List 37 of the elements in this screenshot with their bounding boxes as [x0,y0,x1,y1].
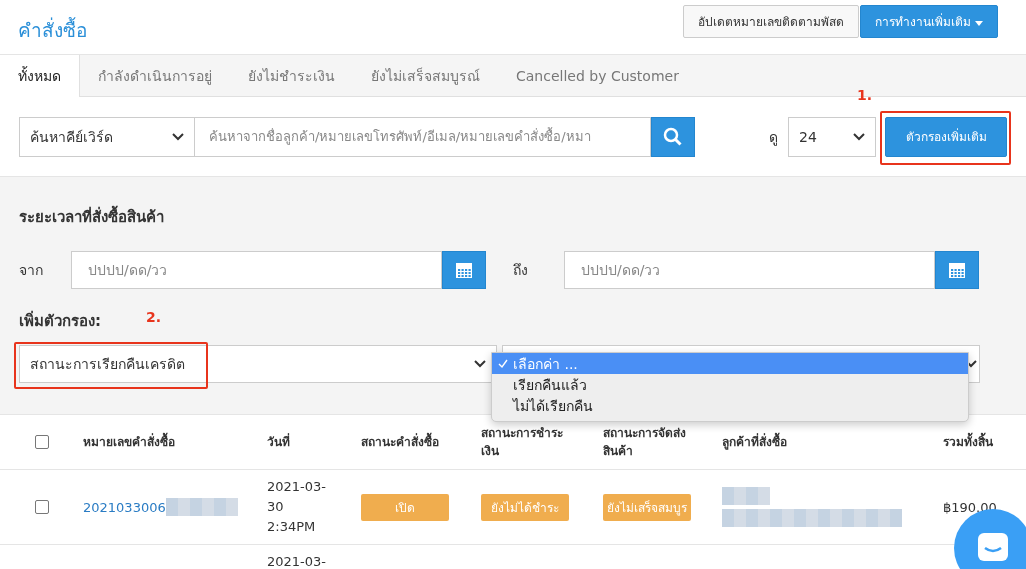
section-title: ระยะเวลาที่สั่งซื้อสินค้า [19,205,164,229]
add-filter-label: เพิ่มตัวกรอง: [19,309,101,332]
column-header: สถานะคำสั่งซื้อ [344,415,464,469]
column-header: สถานะการจัดส่งสินค้า [602,425,687,460]
tab[interactable]: กำลังดำเนินการอยู่ [80,55,230,96]
step-label: 2. [146,309,162,325]
view-label: ดู [769,127,778,148]
update-tracking-button[interactable]: อัปเดตหมายเลขติดตามพัสด [683,5,859,38]
status-badge: ยังไม่เสร็จสมบูร [603,493,691,521]
column-header: ลูกค้าที่สั่งซื้อ [705,415,926,469]
to-date-field[interactable]: ปปปป/ดด/วว [564,251,935,289]
filter-select[interactable]: สถานะการเรียกคืนเครดิต [19,345,497,383]
order-link[interactable]: 2021033006 [83,499,166,515]
status-badge: เปิด [361,493,449,521]
dropdown-option[interactable]: เลือกค่า ... [492,353,968,374]
column-header: วันที่ [266,432,291,451]
date-text: 2021-03- [267,553,326,569]
to-label: ถึง [512,261,529,280]
from-label: จาก [19,261,44,280]
search-field-select[interactable]: ค้นหาคีย์เวิร์ด [19,116,195,157]
dropdown-option[interactable]: ไม่ได้เรียกคืน [492,395,968,416]
more-actions-button[interactable]: การทำงานเพิ่มเติม [860,5,998,38]
step-label: 1. [857,86,873,103]
tab[interactable]: ยังไม่เสร็จสมบูรณ์ [353,55,498,96]
status-badge: ยังไม่ได้ชำระ [481,493,569,521]
more-filters-button[interactable]: ตัวกรองเพิ่มเติม [885,116,1007,157]
tab[interactable]: ยังไม่ชำระเงิน [230,55,353,96]
column-header: สถานะการชำระเงิน [480,425,564,460]
search-field[interactable]: ค้นหาจากชื่อลูกค้า/หมายเลขโทรศัพท์/อีเมล/หมายเลขคำสั่งซื้อ/หมา [195,116,651,157]
page-title: คำสั่งซื้อ [18,16,87,43]
column-header: รวมทั้งสิ้น [926,415,1026,469]
page-size-select[interactable]: 24 [788,116,876,157]
date-text: 2021-03-30 2:34PM [267,478,327,537]
tab[interactable]: Cancelled by Customer [498,55,697,96]
tab[interactable]: ทั้งหมด [0,55,80,97]
column-header: หมายเลขคำสั่งซื้อ [66,415,250,469]
from-date-field[interactable]: ปปปป/ดด/วว [71,251,442,289]
